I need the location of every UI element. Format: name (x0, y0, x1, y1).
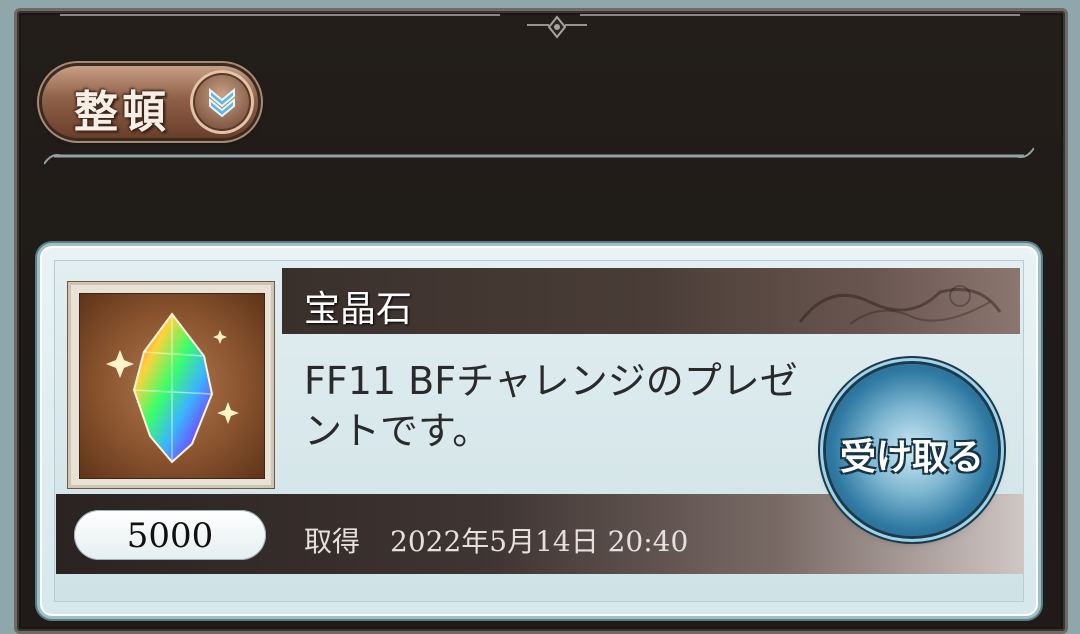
acquired-label: 取得 (304, 525, 361, 558)
item-quantity: 5000 (126, 516, 214, 556)
receive-button-label[interactable]: 受け取る (826, 428, 998, 480)
top-border-line-left (60, 14, 500, 16)
sort-button[interactable]: 整頓 (42, 66, 258, 138)
crystal-icon (106, 312, 239, 464)
title-ornament-icon (798, 285, 1002, 325)
chevron-double-down-icon (209, 87, 235, 118)
item-description: FF11 BFチャレンジのプレゼントです。 (304, 359, 798, 453)
sort-button-label: 整頓 (74, 87, 170, 138)
top-border-line-right (580, 14, 1020, 16)
crest-ornament-icon (527, 15, 587, 39)
item-thumbnail (68, 282, 274, 488)
item-name: 宝晶石 (304, 289, 413, 330)
section-divider (44, 147, 1034, 165)
sort-toggle[interactable] (190, 70, 254, 134)
acquired-datetime: 2022年5月14日 20:40 (390, 525, 689, 558)
